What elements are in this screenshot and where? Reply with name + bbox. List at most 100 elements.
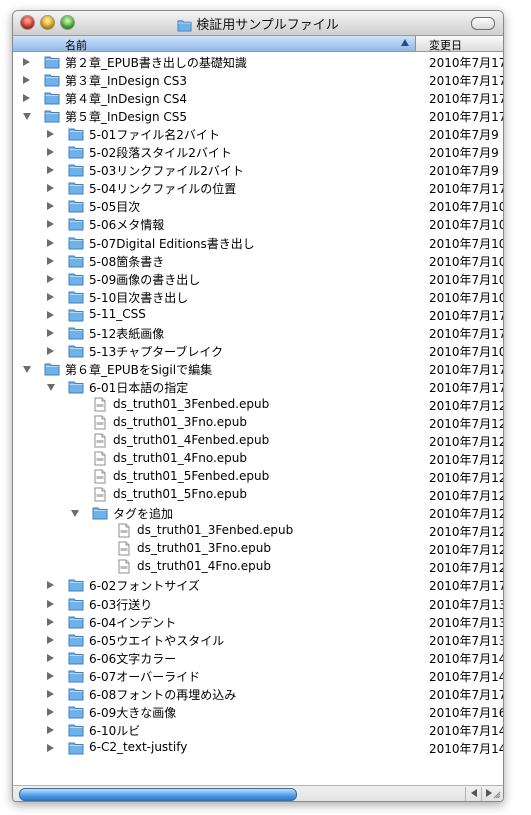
disclosure-closed-icon[interactable]	[47, 653, 54, 662]
folder-row[interactable]: 6-02フォントサイズ 2010年7月17	[13, 576, 503, 594]
disclosure-closed-icon[interactable]	[47, 184, 54, 193]
disclosure-closed-icon[interactable]	[47, 328, 54, 337]
disclosure-closed-icon[interactable]	[47, 148, 54, 157]
folder-row[interactable]: 6-03行送り 2010年7月13	[13, 595, 503, 613]
modified-date: 2010年7月17	[429, 92, 503, 107]
folder-row[interactable]: 第４章_InDesign CS4 2010年7月17	[13, 89, 503, 107]
resize-grip-icon[interactable]	[493, 789, 501, 799]
folder-row[interactable]: 5-03リンクファイル2バイト 2010年7月9	[13, 161, 503, 179]
scroll-thumb[interactable]	[19, 788, 297, 801]
folder-row[interactable]: 5-01ファイル名2バイト 2010年7月9	[13, 125, 503, 143]
disclosure-closed-icon[interactable]	[47, 310, 54, 319]
file-row[interactable]: ds_truth01_5Fenbed.epub 2010年7月12	[13, 468, 503, 486]
disclosure-open-icon[interactable]	[23, 113, 31, 121]
folder-name: 6-06文字カラー	[89, 651, 177, 666]
disclosure-closed-icon[interactable]	[23, 94, 30, 103]
disclosure-closed-icon[interactable]	[47, 689, 54, 698]
disclosure-open-icon[interactable]	[47, 383, 55, 391]
disclosure-closed-icon[interactable]	[47, 635, 54, 644]
disclosure-closed-icon[interactable]	[47, 707, 54, 716]
folder-name: 5-12表紙画像	[89, 326, 165, 341]
folder-row[interactable]: 6-C2_text-justify 2010年7月14	[13, 739, 503, 757]
epub-file-icon	[94, 487, 106, 502]
disclosure-open-icon[interactable]	[71, 510, 79, 518]
disclosure-closed-icon[interactable]	[23, 58, 30, 66]
disclosure-closed-icon[interactable]	[47, 725, 54, 734]
file-row[interactable]: ds_truth01_3Fenbed.epub 2010年7月12	[13, 396, 503, 414]
folder-row[interactable]: 第５章_InDesign CS5 2010年7月17	[13, 107, 503, 125]
file-name: ds_truth01_5Fno.epub	[113, 487, 248, 502]
disclosure-closed-icon[interactable]	[47, 581, 54, 590]
disclosure-closed-icon[interactable]	[47, 256, 54, 265]
disclosure-closed-icon[interactable]	[47, 671, 54, 680]
disclosure-closed-icon[interactable]	[47, 130, 54, 139]
folder-icon	[68, 255, 84, 268]
folder-row[interactable]: 5-07Digital Editions書き出し 2010年7月10	[13, 234, 503, 252]
modified-date: 2010年7月9	[429, 164, 499, 179]
disclosure-closed-icon[interactable]	[47, 202, 54, 211]
folder-icon	[68, 670, 84, 683]
folder-row[interactable]: 6-04インデント 2010年7月13	[13, 613, 503, 631]
folder-row[interactable]: 第６章_EPUBをSigilで編集 2010年7月17	[13, 360, 503, 378]
disclosure-closed-icon[interactable]	[47, 599, 54, 608]
folder-icon	[68, 381, 84, 394]
file-row[interactable]: ds_truth01_4Fenbed.epub 2010年7月12	[13, 432, 503, 450]
folder-row[interactable]: 5-09画像の書き出し 2010年7月10	[13, 270, 503, 288]
modified-date: 2010年7月12	[429, 561, 503, 576]
folder-row[interactable]: 6-07オーバーライド 2010年7月14	[13, 667, 503, 685]
folder-row[interactable]: 5-10目次書き出し 2010年7月10	[13, 288, 503, 306]
column-header-name[interactable]: 名前	[13, 36, 416, 52]
folder-icon	[68, 616, 84, 629]
toolbar-toggle-button[interactable]	[471, 17, 495, 30]
modified-date: 2010年7月12	[429, 543, 503, 558]
epub-file-icon	[118, 559, 130, 574]
file-row[interactable]: ds_truth01_5Fno.epub 2010年7月12	[13, 486, 503, 504]
disclosure-closed-icon[interactable]	[47, 292, 54, 301]
column-header-date[interactable]: 変更日	[429, 37, 462, 53]
folder-row[interactable]: 5-06メタ情報 2010年7月10	[13, 215, 503, 233]
folder-row[interactable]: 6-08フォントの再埋め込み 2010年7月17	[13, 685, 503, 703]
disclosure-closed-icon[interactable]	[47, 617, 54, 626]
file-row[interactable]: ds_truth01_4Fno.epub 2010年7月12	[13, 450, 503, 468]
folder-row[interactable]: 第２章_EPUB書き出しの基礎知識 2010年7月17	[13, 53, 503, 71]
disclosure-closed-icon[interactable]	[23, 76, 30, 85]
folder-row[interactable]: 5-02段落スタイル2バイト 2010年7月9	[13, 143, 503, 161]
list-header: 名前 変更日	[13, 36, 503, 52]
title-bar[interactable]: 検証用サンプルファイル	[13, 11, 503, 36]
disclosure-closed-icon[interactable]	[47, 238, 54, 247]
folder-row[interactable]: 6-05ウエイトやスタイル 2010年7月13	[13, 631, 503, 649]
folder-row[interactable]: タグを追加 2010年7月12	[13, 504, 503, 522]
folder-row[interactable]: 5-12表紙画像 2010年7月17	[13, 324, 503, 342]
folder-row[interactable]: 6-10ルビ 2010年7月14	[13, 721, 503, 739]
horizontal-scrollbar[interactable]	[13, 785, 503, 801]
folder-name: 6-08フォントの再埋め込み	[89, 687, 237, 702]
folder-row[interactable]: 6-01日本語の指定 2010年7月17	[13, 378, 503, 396]
file-row[interactable]: ds_truth01_3Fno.epub 2010年7月12	[13, 414, 503, 432]
folder-name: 5-11_CSS	[89, 306, 146, 321]
modified-date: 2010年7月17	[429, 56, 503, 70]
disclosure-closed-icon[interactable]	[47, 346, 54, 355]
folder-row[interactable]: 第３章_InDesign CS3 2010年7月17	[13, 71, 503, 89]
disclosure-closed-icon[interactable]	[47, 220, 54, 229]
folder-row[interactable]: 5-08箇条書き 2010年7月10	[13, 252, 503, 270]
folder-name: 5-04リンクファイルの位置	[89, 182, 237, 197]
folder-row[interactable]: 5-05目次 2010年7月10	[13, 197, 503, 215]
modified-date: 2010年7月16	[429, 705, 503, 720]
scroll-right-arrow-icon[interactable]	[486, 789, 492, 797]
file-name: ds_truth01_3Fno.epub	[113, 415, 248, 429]
file-row[interactable]: ds_truth01_4Fno.epub 2010年7月12	[13, 558, 503, 576]
file-row[interactable]: ds_truth01_3Fenbed.epub 2010年7月12	[13, 522, 503, 540]
folder-row[interactable]: 5-13チャプターブレイク 2010年7月10	[13, 342, 503, 360]
scroll-left-arrow-icon[interactable]	[471, 789, 477, 797]
file-row[interactable]: ds_truth01_3Fno.epub 2010年7月12	[13, 540, 503, 558]
disclosure-closed-icon[interactable]	[47, 274, 54, 283]
folder-row[interactable]: 6-06文字カラー 2010年7月14	[13, 649, 503, 667]
folder-row[interactable]: 5-11_CSS 2010年7月17	[13, 306, 503, 324]
folder-row[interactable]: 6-09大きな画像 2010年7月16	[13, 703, 503, 721]
modified-date: 2010年7月12	[429, 471, 503, 486]
disclosure-closed-icon[interactable]	[47, 743, 54, 752]
disclosure-open-icon[interactable]	[23, 365, 31, 373]
folder-icon	[44, 56, 60, 69]
disclosure-closed-icon[interactable]	[47, 166, 54, 175]
folder-row[interactable]: 5-04リンクファイルの位置 2010年7月17	[13, 179, 503, 197]
